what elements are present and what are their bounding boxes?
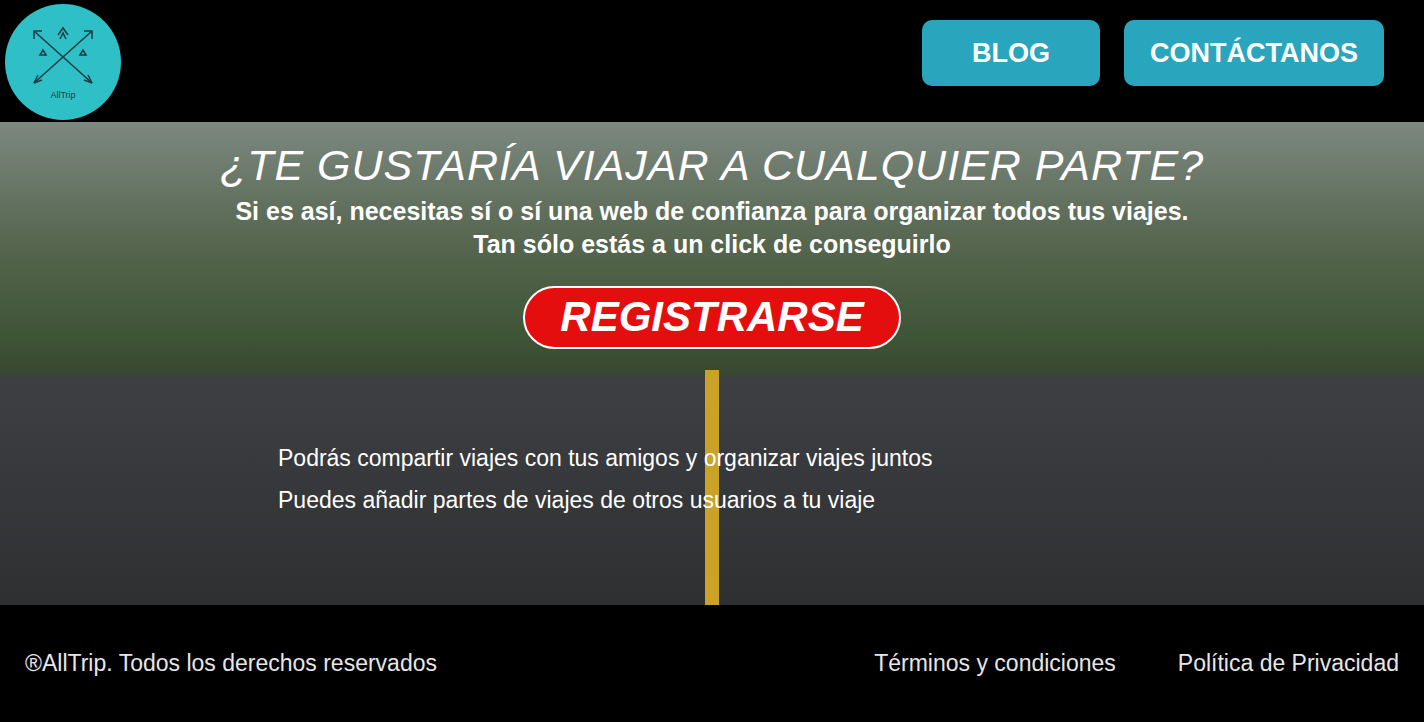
nav-button[interactable]: CONTÁCTANOS [1124, 20, 1384, 86]
hero-tagline: Tan sólo estás a un click de conseguirlo [0, 228, 1424, 261]
site-header: AllTrip BLOG CONTÁCTANOS [0, 0, 1424, 122]
footer-link[interactable]: Política de Privacidad [1178, 646, 1399, 681]
nav-button[interactable]: BLOG [922, 20, 1100, 86]
crossed-arrows-icon [26, 25, 100, 89]
copyright: ®AllTrip. Todos los derechos reservados [25, 646, 437, 681]
site-footer: ®AllTrip. Todos los derechos reservados T… [0, 605, 1424, 722]
footer-link[interactable]: Términos y condiciones [874, 646, 1116, 681]
feature-item: Podrás compartir viajes con tus amigos y… [278, 437, 1424, 480]
logo[interactable]: AllTrip [5, 4, 121, 120]
hero-subtitle: Si es así, necesitas sí o sí una web de … [0, 195, 1424, 228]
footer-links: Términos y condiciones Política de Privac… [874, 646, 1399, 681]
register-button[interactable]: REGISTRARSE [523, 286, 901, 349]
hero-title: ¿TE GUSTARÍA VIAJAR A CUALQUIER PARTE? [0, 142, 1424, 189]
feature-item: Puedes añadir partes de viajes de otros … [278, 479, 1424, 522]
feature-list: Podrás compartir viajes con tus amigos y… [278, 437, 1424, 522]
main-nav: BLOG CONTÁCTANOS [922, 20, 1384, 86]
logo-text: AllTrip [50, 91, 75, 100]
hero-banner: ¿TE GUSTARÍA VIAJAR A CUALQUIER PARTE? Si… [0, 122, 1424, 605]
